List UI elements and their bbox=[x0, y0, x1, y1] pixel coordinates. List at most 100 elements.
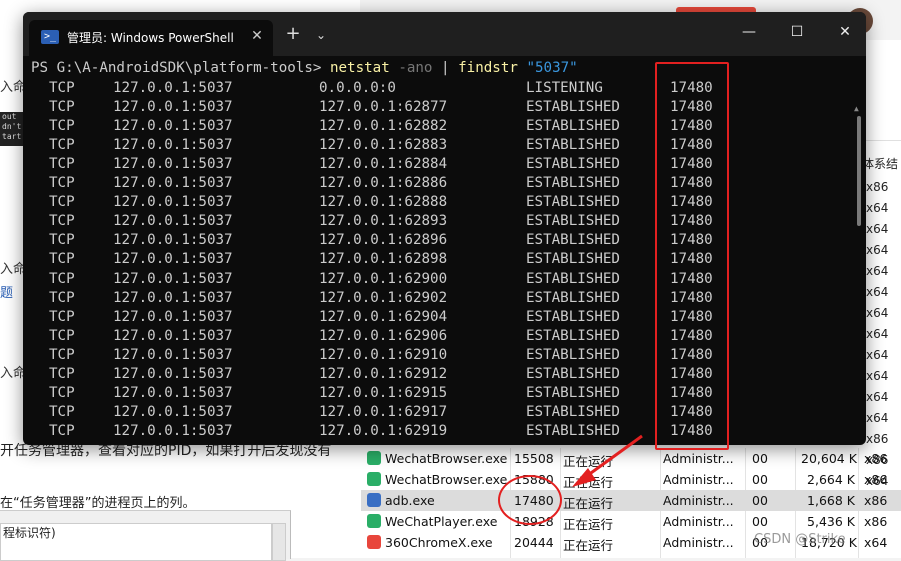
netstat-local: 127.0.0.1:5037 bbox=[113, 346, 233, 363]
process-row[interactable]: WechatBrowser.exe 15508 正在运行 Administr... 00… bbox=[361, 448, 901, 469]
netstat-foreign: 127.0.0.1:62882 bbox=[319, 118, 448, 135]
netstat-row: TCP 127.0.0.1:5037 127.0.0.1:62893 ESTABLIS… bbox=[23, 213, 866, 232]
netstat-row: TCP 127.0.0.1:5037 127.0.0.1:62884 ESTABLIS… bbox=[23, 156, 866, 175]
scroll-up-icon[interactable]: ▲ bbox=[854, 104, 859, 113]
command-line: PS G:\A-AndroidSDK\platform-tools> netst… bbox=[31, 60, 578, 76]
netstat-state: ESTABLISHED bbox=[526, 194, 620, 211]
watermark: CSDN @Strike bbox=[754, 532, 846, 547]
netstat-local: 127.0.0.1:5037 bbox=[113, 99, 233, 116]
netstat-state: ESTABLISHED bbox=[526, 175, 620, 192]
close-tab-button[interactable]: ✕ bbox=[247, 26, 267, 46]
netstat-row: TCP 127.0.0.1:5037 127.0.0.1:62898 ESTABLIS… bbox=[23, 251, 866, 270]
netstat-row: TCP 127.0.0.1:5037 127.0.0.1:62888 ESTABLIS… bbox=[23, 194, 866, 213]
process-name: WechatBrowser.exe bbox=[385, 451, 508, 466]
netstat-foreign: 127.0.0.1:62884 bbox=[319, 156, 448, 173]
netstat-local: 127.0.0.1:5037 bbox=[113, 80, 233, 96]
process-user: Administr... bbox=[663, 472, 734, 487]
netstat-foreign: 127.0.0.1:62915 bbox=[319, 384, 448, 401]
title-bar[interactable]: >_ 管理员: Windows PowerShell ✕ + ⌄ — ☐ ✕ bbox=[23, 12, 866, 56]
netstat-row: TCP 127.0.0.1:5037 127.0.0.1:62902 ESTABLIS… bbox=[23, 290, 866, 309]
netstat-local: 127.0.0.1:5037 bbox=[113, 422, 233, 439]
arch-cell: x86 bbox=[866, 432, 889, 446]
terminal-output[interactable]: PS G:\A-AndroidSDK\platform-tools> netst… bbox=[23, 56, 866, 445]
netstat-row: TCP 127.0.0.1:5037 127.0.0.1:62906 ESTABLIS… bbox=[23, 328, 866, 347]
netstat-foreign: 127.0.0.1:62886 bbox=[319, 175, 448, 192]
process-cpu: 00 bbox=[752, 514, 768, 529]
process-row[interactable]: WechatBrowser.exe 15880 正在运行 Administr... 00… bbox=[361, 469, 901, 490]
minimize-button[interactable]: — bbox=[729, 20, 769, 44]
process-row[interactable]: adb.exe 17480 正在运行 Administr... 00 1,668 Kx86 bbox=[361, 490, 901, 511]
netstat-state: ESTABLISHED bbox=[526, 289, 620, 306]
dialog-list-item[interactable]: 程标识符) bbox=[0, 523, 272, 561]
netstat-foreign: 127.0.0.1:62912 bbox=[319, 365, 448, 382]
dialog-scrollbar[interactable] bbox=[272, 523, 286, 561]
tab-powershell[interactable]: >_ 管理员: Windows PowerShell ✕ bbox=[29, 20, 273, 56]
netstat-foreign: 127.0.0.1:62904 bbox=[319, 308, 448, 325]
process-user: Administr... bbox=[663, 514, 734, 529]
command-2: findstr bbox=[458, 60, 518, 76]
process-status: 正在运行 bbox=[563, 538, 614, 553]
netstat-foreign: 127.0.0.1:62896 bbox=[319, 232, 448, 249]
process-icon bbox=[367, 472, 381, 486]
arch-cell: x64 bbox=[866, 285, 889, 299]
netstat-local: 127.0.0.1:5037 bbox=[113, 384, 233, 401]
netstat-proto: TCP bbox=[49, 365, 75, 382]
arch-cell: x64 bbox=[866, 306, 889, 320]
process-icon bbox=[367, 514, 381, 528]
command-flag: -ano bbox=[398, 60, 433, 76]
netstat-row: TCP 127.0.0.1:5037 127.0.0.1:62915 ESTABLIS… bbox=[23, 385, 866, 404]
netstat-state: ESTABLISHED bbox=[526, 137, 620, 154]
netstat-proto: TCP bbox=[49, 327, 75, 344]
netstat-foreign: 127.0.0.1:62900 bbox=[319, 270, 448, 287]
process-mem: 2,664 K bbox=[807, 472, 855, 487]
column-header-arch[interactable]: 体系结 bbox=[862, 155, 898, 172]
netstat-foreign: 127.0.0.1:62898 bbox=[319, 251, 448, 268]
process-mem: 5,436 K bbox=[807, 514, 855, 529]
process-name: WeChatPlayer.exe bbox=[385, 514, 498, 529]
process-status: 正在运行 bbox=[563, 517, 614, 532]
netstat-state: ESTABLISHED bbox=[526, 384, 620, 401]
doc-link-fragment[interactable]: 题 bbox=[0, 282, 13, 301]
netstat-row: TCP 127.0.0.1:5037 127.0.0.1:62877 ESTABLIS… bbox=[23, 99, 866, 118]
netstat-state: LISTENING bbox=[526, 80, 603, 96]
process-user: Administr... bbox=[663, 451, 734, 466]
netstat-state: ESTABLISHED bbox=[526, 327, 620, 344]
netstat-proto: TCP bbox=[49, 175, 75, 192]
process-arch: x86 bbox=[864, 493, 888, 508]
powershell-icon: >_ bbox=[41, 30, 59, 44]
netstat-local: 127.0.0.1:5037 bbox=[113, 270, 233, 287]
netstat-row: TCP 127.0.0.1:5037 0.0.0.0:0 LISTENING 17480 bbox=[23, 80, 866, 99]
netstat-foreign: 127.0.0.1:62919 bbox=[319, 422, 448, 439]
netstat-row: TCP 127.0.0.1:5037 127.0.0.1:62886 ESTABLIS… bbox=[23, 175, 866, 194]
process-arch: x86 bbox=[864, 514, 888, 529]
maximize-button[interactable]: ☐ bbox=[777, 20, 817, 44]
powershell-window[interactable]: >_ 管理员: Windows PowerShell ✕ + ⌄ — ☐ ✕ P… bbox=[23, 12, 866, 445]
netstat-proto: TCP bbox=[49, 232, 75, 249]
tab-dropdown-button[interactable]: ⌄ bbox=[311, 23, 331, 47]
netstat-row: TCP 127.0.0.1:5037 127.0.0.1:62882 ESTABLIS… bbox=[23, 118, 866, 137]
netstat-foreign: 0.0.0.0:0 bbox=[319, 80, 396, 96]
command: netstat bbox=[329, 60, 390, 76]
new-tab-button[interactable]: + bbox=[281, 23, 305, 47]
process-icon bbox=[367, 451, 381, 465]
process-arch: x86 bbox=[864, 451, 888, 466]
process-cpu: 00 bbox=[752, 451, 768, 466]
netstat-proto: TCP bbox=[49, 270, 75, 287]
netstat-foreign: 127.0.0.1:62902 bbox=[319, 289, 448, 306]
netstat-row: TCP 127.0.0.1:5037 127.0.0.1:62896 ESTABLIS… bbox=[23, 232, 866, 251]
netstat-local: 127.0.0.1:5037 bbox=[113, 232, 233, 249]
netstat-state: ESTABLISHED bbox=[526, 422, 620, 439]
process-mem: 1,668 K bbox=[807, 493, 855, 508]
tab-title: 管理员: Windows PowerShell bbox=[67, 31, 234, 45]
arch-cell: x64 bbox=[866, 411, 889, 425]
netstat-proto: TCP bbox=[49, 99, 75, 116]
close-button[interactable]: ✕ bbox=[825, 20, 865, 44]
process-row[interactable]: WeChatPlayer.exe 18928 正在运行 Administr... 00 5… bbox=[361, 511, 901, 532]
process-name: WechatBrowser.exe bbox=[385, 472, 508, 487]
netstat-local: 127.0.0.1:5037 bbox=[113, 213, 233, 230]
netstat-state: ESTABLISHED bbox=[526, 156, 620, 173]
scrollbar-thumb[interactable] bbox=[857, 116, 861, 226]
netstat-local: 127.0.0.1:5037 bbox=[113, 175, 233, 192]
arch-cell: x64 bbox=[866, 243, 889, 257]
netstat-foreign: 127.0.0.1:62893 bbox=[319, 213, 448, 230]
